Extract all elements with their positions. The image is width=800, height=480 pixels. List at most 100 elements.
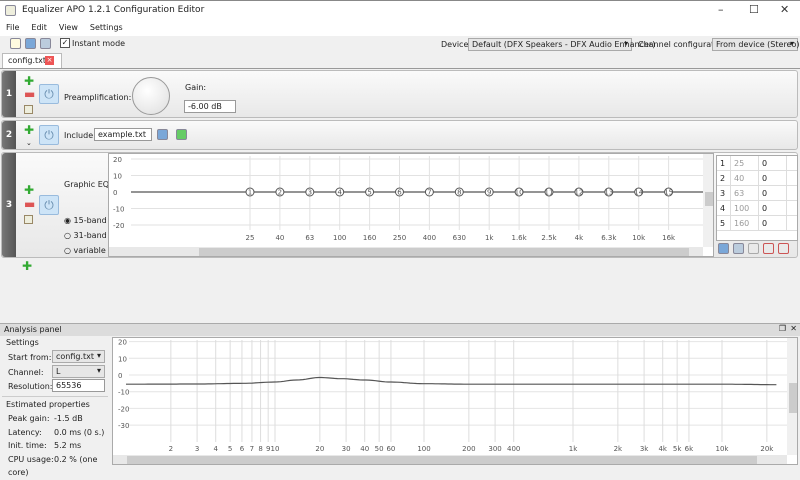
band-frequency[interactable]: 100 [731,201,759,215]
x-tick-label: 6.3k [601,234,617,242]
band-gain[interactable]: 0 [759,201,787,215]
x-tick-label: 400 [507,445,520,453]
x-tick-label: 6 [240,445,245,453]
section-number: 1 [2,71,16,117]
table-row[interactable]: 3 63 0 [717,186,797,201]
save-icon[interactable] [25,38,36,49]
resolution-spinbox[interactable]: 65536 [52,379,105,392]
x-tick-label: 100 [417,445,430,453]
band-number: 15 [664,189,673,197]
tab-config[interactable]: config.txt × [2,53,62,68]
curve-icon[interactable] [748,243,759,254]
y-tick-label: -20 [113,222,124,230]
table-row[interactable]: 1 25 0 [717,156,797,171]
power-toggle-icon[interactable]: ⏻ [39,195,59,215]
x-tick-label: 40 [275,234,284,242]
save-icon[interactable] [718,243,729,254]
close-panel-icon[interactable]: ✕ [790,324,797,333]
x-tick-label: 63 [305,234,314,242]
power-toggle-icon[interactable]: ⏻ [39,84,59,104]
scrollbar-thumb[interactable] [705,192,713,206]
radio-15-band[interactable]: ◉ 15-band [64,213,107,228]
instant-mode-checkbox[interactable]: ✓ [60,38,70,48]
minimize-button[interactable]: – [718,3,724,16]
band-frequency[interactable]: 160 [731,216,759,230]
analysis-graph[interactable]: 20100-10-20-302 3 4 5 6 7 8 9 10 20 30 40 50 60 100 200… [112,337,798,465]
app-icon [5,5,16,16]
x-tick-label: 300 [488,445,501,453]
table-row[interactable]: 4 100 0 [717,201,797,216]
band-number: 9 [487,189,491,197]
float-icon[interactable]: ❐ [779,324,786,333]
add-icon[interactable]: ✚ [24,123,34,137]
add-icon[interactable]: ✚ [24,183,34,197]
maximize-button[interactable]: ☐ [749,3,759,16]
power-toggle-icon[interactable]: ⏻ [39,125,59,145]
band-frequency[interactable]: 25 [731,156,759,170]
x-tick-label: 1k [569,445,578,453]
band-frequency[interactable]: 40 [731,171,759,185]
close-tab-icon[interactable]: × [45,56,54,65]
x-tick-label: 40 [360,445,369,453]
band-index: 5 [717,216,731,230]
x-tick-label: 10k [716,445,730,453]
remove-icon[interactable]: ▬ [24,197,35,211]
reset-icon[interactable] [778,243,789,254]
x-tick-label: 160 [363,234,376,242]
device-select[interactable]: Default (DFX Speakers - DFX Audio Enhanc… [468,38,655,51]
menu-file[interactable]: File [6,23,19,32]
save-as-icon[interactable] [40,38,51,49]
property-value: 0.0 ms (0 s.) [54,427,105,437]
table-row[interactable]: 2 40 0 [717,171,797,186]
property-value: -1.5 dB [54,414,83,423]
radio-variable[interactable]: ○ variable [64,243,107,258]
band-gain[interactable]: 0 [759,171,787,185]
band-gain[interactable]: 0 [759,156,787,170]
channel-config-select[interactable]: From device (Stereo) [712,38,800,51]
x-tick-label: 6k [685,445,694,453]
x-tick-label: 30 [342,445,351,453]
start-from-select[interactable]: config.txt [52,350,105,363]
gain-knob[interactable] [132,77,170,115]
table-row[interactable]: 5 160 0 [717,216,797,231]
radio-31-band[interactable]: ○ 31-band [64,228,107,243]
edit-icon[interactable] [24,215,33,224]
band-number: 10 [515,189,524,197]
edit-icon[interactable] [24,105,33,114]
menu-edit[interactable]: Edit [31,23,47,32]
close-button[interactable]: ✕ [780,3,789,16]
band-gain[interactable]: 0 [759,186,787,200]
up-arrow-icon[interactable] [176,129,187,140]
graphic-eq-label: Graphic EQ: [64,180,112,189]
gain-spinbox[interactable]: -6.00 dB [184,100,236,113]
property-label: CPU usage: [8,454,54,464]
include-file-input[interactable]: example.txt [94,128,152,141]
x-tick-label: 3k [640,445,649,453]
y-tick-label: -10 [113,206,124,214]
menu-settings[interactable]: Settings [90,23,123,32]
analysis-settings: Settings Start from: config.txt Channel:… [2,337,108,477]
remove-icon[interactable]: ▬ [24,87,35,101]
scrollbar-thumb[interactable] [127,456,757,464]
import-icon[interactable] [733,243,744,254]
band-number: 6 [397,189,402,197]
scrollbar-thumb[interactable] [789,383,797,413]
scrollbar-thumb[interactable] [199,248,689,256]
property-label: Init. time: [8,441,47,450]
invert-icon[interactable] [763,243,774,254]
band-number: 7 [427,189,431,197]
band-frequency[interactable]: 63 [731,186,759,200]
channel-select[interactable]: L [52,365,105,378]
band-number: 8 [457,189,461,197]
band-gain[interactable]: 0 [759,216,787,230]
new-file-icon[interactable] [10,38,21,49]
add-section-icon[interactable]: ✚ [22,259,32,273]
expand-icon[interactable]: ⌄ [26,139,32,147]
band-number: 5 [367,189,371,197]
x-tick-label: 630 [453,234,466,242]
toolbar: ✓ Instant mode Device: Default (DFX Spea… [0,36,800,52]
menu-view[interactable]: View [59,23,78,32]
open-file-icon[interactable] [157,129,168,140]
graphic-eq-graph[interactable]: 20100-10-2025 40 63 100 160 250 400 630 1k 1.6k 2.… [108,153,714,257]
add-icon[interactable]: ✚ [24,74,34,88]
